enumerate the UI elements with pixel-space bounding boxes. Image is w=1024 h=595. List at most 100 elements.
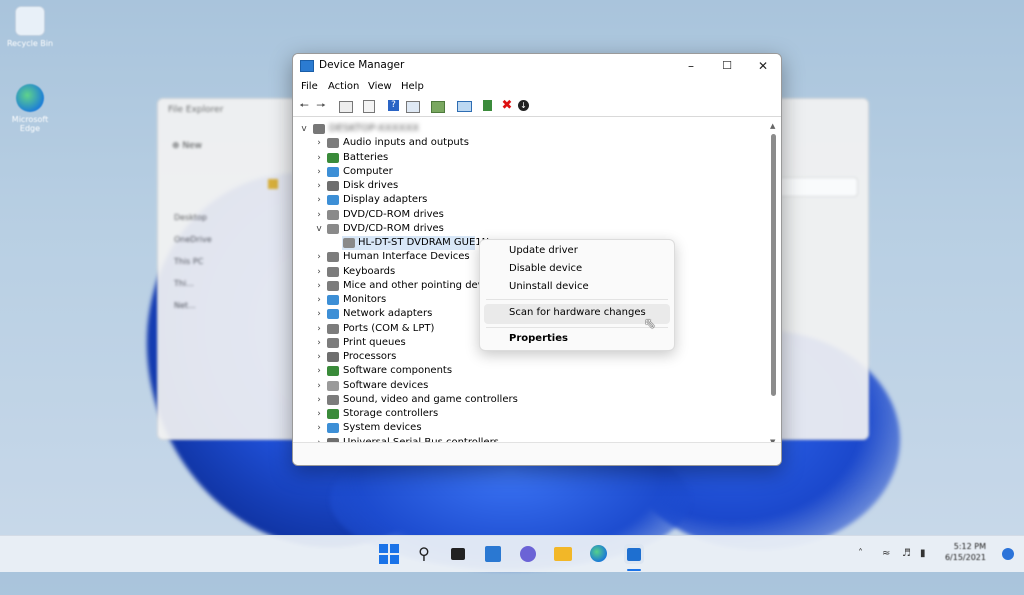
chevron-right-icon[interactable]: › xyxy=(314,350,324,364)
tree-item-label: DESKTOP-XXXXXX xyxy=(329,123,420,134)
tree-item-label: Sound, video and game controllers xyxy=(343,393,518,405)
chevron-right-icon[interactable]: › xyxy=(314,322,324,336)
chevron-right-icon[interactable]: › xyxy=(314,279,324,293)
title-bar[interactable]: Device Manager – ☐ ✕ xyxy=(293,54,781,78)
desktop-icon-label: Recycle Bin xyxy=(6,39,54,48)
sidebar-item[interactable]: Net... xyxy=(174,295,234,317)
store-icon[interactable] xyxy=(624,544,644,564)
tree-item-label: Display adapters xyxy=(343,194,428,206)
start-icon[interactable] xyxy=(379,544,399,564)
minimize-button[interactable]: – xyxy=(673,54,709,78)
desktop-icon-recycle-bin[interactable]: Recycle Bin xyxy=(6,6,54,48)
notification-icon[interactable] xyxy=(1002,548,1014,560)
wifi-icon[interactable]: ≈ xyxy=(882,548,890,559)
chevron-right-icon[interactable]: › xyxy=(314,136,324,150)
menu-properties[interactable]: Properties xyxy=(509,333,568,344)
context-menu: Update driver Disable device Uninstall d… xyxy=(479,239,675,351)
device-view-icon[interactable] xyxy=(406,101,420,113)
menu-file[interactable]: File xyxy=(301,81,318,92)
chevron-right-icon[interactable]: › xyxy=(314,307,324,321)
widgets-icon[interactable] xyxy=(483,544,503,564)
menu-scan-hardware[interactable]: Scan for hardware changes xyxy=(509,307,646,318)
tree-item-label: Disk drives xyxy=(343,180,399,191)
scan-hardware-icon[interactable] xyxy=(431,101,445,113)
volume-icon[interactable]: ♬ xyxy=(902,548,911,559)
chat-icon[interactable] xyxy=(518,544,538,564)
vertical-scrollbar[interactable]: ▲ ▼ xyxy=(770,122,778,452)
recycle-bin-icon xyxy=(15,6,45,36)
file-explorer-icon[interactable] xyxy=(553,544,573,564)
edge-icon[interactable] xyxy=(589,544,609,564)
chevron-right-icon[interactable]: › xyxy=(314,293,324,307)
menu-uninstall-device[interactable]: Uninstall device xyxy=(509,281,589,292)
disable-device-icon[interactable]: ↓ xyxy=(518,100,529,111)
dvd-drive-icon xyxy=(327,223,339,234)
computer-icon xyxy=(313,124,325,134)
chevron-right-icon[interactable]: › xyxy=(314,250,324,264)
chevron-down-icon[interactable]: v xyxy=(299,122,309,136)
chevron-right-icon[interactable]: › xyxy=(314,379,324,393)
sidebar-item[interactable]: Desktop xyxy=(174,207,234,229)
menu-disable-device[interactable]: Disable device xyxy=(509,263,582,274)
monitor-icon[interactable] xyxy=(457,101,472,112)
chevron-right-icon[interactable]: › xyxy=(314,336,324,350)
chevron-right-icon[interactable]: › xyxy=(314,407,324,421)
chevron-right-icon[interactable]: › xyxy=(314,193,324,207)
chevron-right-icon[interactable]: › xyxy=(314,364,324,378)
search-icon[interactable]: ⚲ xyxy=(414,544,434,564)
menu-view[interactable]: View xyxy=(368,81,392,92)
chevron-right-icon[interactable]: › xyxy=(314,265,324,279)
chevron-right-icon[interactable]: › xyxy=(314,421,324,435)
battery-icon[interactable]: ▮ xyxy=(920,548,926,559)
chevron-right-icon[interactable]: › xyxy=(314,208,324,222)
forward-arrow-icon[interactable]: 🠖 xyxy=(314,99,328,113)
sidebar-item[interactable]: Thi... xyxy=(174,273,234,295)
sidebar-item[interactable]: OneDrive xyxy=(174,229,234,251)
search-input[interactable] xyxy=(776,177,858,197)
desktop-icon-edge[interactable]: Microsoft Edge xyxy=(6,84,54,133)
processor-icon xyxy=(327,352,339,362)
display-adapter-icon xyxy=(327,195,339,206)
chevron-right-icon[interactable]: › xyxy=(314,393,324,407)
clock[interactable]: 5:12 PM 6/15/2021 xyxy=(945,541,986,563)
tree-item-label: Print queues xyxy=(343,336,406,348)
tree-item-label: System devices xyxy=(343,422,422,434)
scroll-thumb[interactable] xyxy=(771,134,776,396)
menu-action[interactable]: Action xyxy=(328,81,359,92)
chevron-right-icon[interactable]: › xyxy=(314,151,324,165)
desktop-icon-label: Microsoft Edge xyxy=(11,115,49,133)
back-arrow-icon[interactable]: 🠔 xyxy=(297,99,311,113)
chevron-right-icon[interactable]: › xyxy=(314,179,324,193)
tree-item-label: Keyboards xyxy=(343,265,396,277)
hid-icon xyxy=(327,252,339,263)
help-icon[interactable]: ? xyxy=(388,100,399,111)
tree-item-label: DVD/CD-ROM drives xyxy=(343,208,444,220)
update-driver-icon[interactable] xyxy=(483,100,492,111)
tree-item-label: Network adapters xyxy=(343,308,433,320)
window-title: File Explorer xyxy=(168,105,224,115)
uninstall-icon[interactable]: ✖ xyxy=(500,99,514,113)
maximize-button[interactable]: ☐ xyxy=(709,54,745,78)
tree-item-label: Processors xyxy=(343,351,397,362)
monitor-icon xyxy=(327,295,339,305)
tree-item-label: Ports (COM & LPT) xyxy=(343,322,435,334)
task-view-icon[interactable] xyxy=(448,544,468,564)
scroll-up-icon[interactable]: ▲ xyxy=(770,122,775,130)
chevron-right-icon[interactable]: › xyxy=(314,165,324,179)
show-hidden-icon[interactable] xyxy=(363,100,375,113)
show-hidden-icons-icon[interactable]: ˄ xyxy=(858,548,863,559)
properties-icon[interactable] xyxy=(339,101,353,113)
new-button[interactable]: ⊕ New xyxy=(172,141,202,151)
menu-help[interactable]: Help xyxy=(401,81,424,92)
close-button[interactable]: ✕ xyxy=(745,54,781,78)
menu-update-driver[interactable]: Update driver xyxy=(509,245,578,256)
sidebar-item[interactable]: This PC xyxy=(174,251,234,273)
tree-item-label: Batteries xyxy=(343,151,389,163)
dvd-drive-icon xyxy=(327,209,339,220)
menu-separator xyxy=(486,299,668,300)
port-icon xyxy=(327,323,339,334)
tree-item-label: DVD/CD-ROM drives xyxy=(343,222,444,234)
dvd-drive-icon xyxy=(343,238,355,248)
chevron-down-icon[interactable]: v xyxy=(314,222,324,236)
tree-item-label: Audio inputs and outputs xyxy=(343,137,469,149)
